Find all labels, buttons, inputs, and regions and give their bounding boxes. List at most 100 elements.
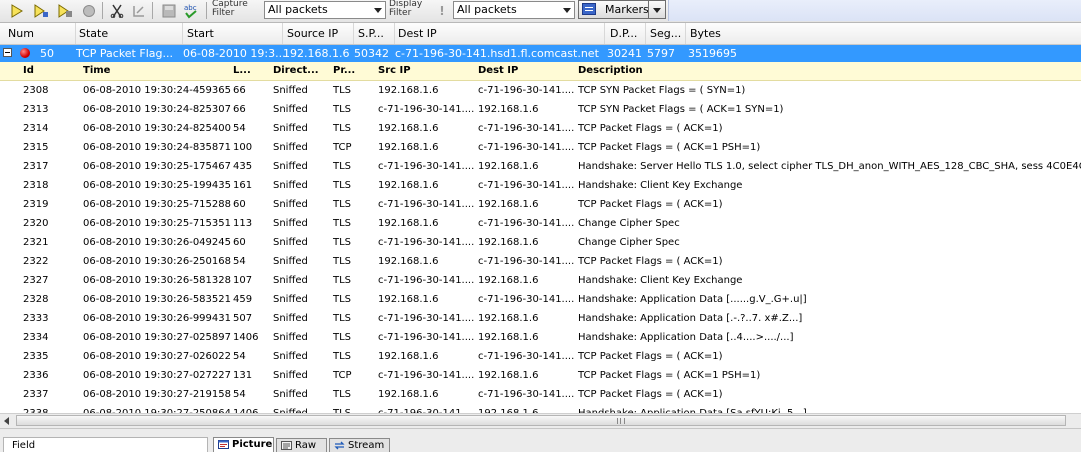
toolbar-separator bbox=[102, 2, 103, 19]
packet-dest-ip: c-71-196-30-141.... bbox=[478, 256, 575, 267]
table-row[interactable]: 2317 06-08-2010 19:30:25-175467 435 Sniffed… bbox=[0, 157, 1081, 176]
chevron-down-icon[interactable] bbox=[653, 8, 661, 13]
markers-icon bbox=[582, 3, 596, 15]
packet-length: 435 bbox=[233, 161, 253, 172]
table-row[interactable]: 2333 06-08-2010 19:30:26-999431 507 Sniffed… bbox=[0, 309, 1081, 328]
collapse-toggle-icon[interactable] bbox=[3, 48, 12, 57]
packet-description: TCP Packet Flags = ( ACK=1) bbox=[578, 256, 723, 267]
tab-stream[interactable]: Stream bbox=[329, 438, 390, 452]
packet-column-protocol[interactable]: Pr... bbox=[333, 62, 355, 80]
table-row[interactable]: 2321 06-08-2010 19:30:26-049245 60 Sniffed T… bbox=[0, 233, 1081, 252]
play-step-icon[interactable] bbox=[32, 2, 50, 19]
edit-icon[interactable] bbox=[130, 2, 148, 19]
column-start[interactable]: Start bbox=[183, 23, 283, 44]
table-row[interactable]: 2338 06-08-2010 19:30:27-2508641406 Sniffe… bbox=[0, 404, 1081, 413]
table-row[interactable]: 2334 06-08-2010 19:30:27-025897 1406 Sniffe… bbox=[0, 328, 1081, 347]
packet-time: 06-08-2010 19:30:24-835871 bbox=[83, 142, 231, 153]
packet-protocol: TLS bbox=[333, 237, 352, 248]
packet-id: 2337 bbox=[23, 389, 49, 400]
table-row[interactable]: 2308 06-08-2010 19:30:24-459365 66 Sniffed T… bbox=[0, 81, 1081, 100]
column-source-ip[interactable]: Source IP bbox=[283, 23, 354, 44]
column-dest-ip[interactable]: Dest IP bbox=[395, 23, 605, 44]
packet-dest-ip: 192.168.1.6 bbox=[478, 161, 539, 172]
packet-protocol: TLS bbox=[333, 389, 352, 400]
packet-direction: Sniffed bbox=[273, 104, 308, 115]
packet-length: 507 bbox=[233, 313, 253, 324]
toolbar-separator bbox=[206, 2, 207, 19]
column-dest-port[interactable]: D.P... bbox=[605, 23, 646, 44]
save-disabled-icon[interactable] bbox=[160, 2, 178, 19]
packet-protocol: TLS bbox=[333, 275, 352, 286]
tab-picture-label: Picture bbox=[232, 439, 273, 450]
packet-description: Handshake: Application Data [Sa.sfYU;Ki.… bbox=[578, 404, 807, 413]
play-icon[interactable] bbox=[8, 2, 26, 19]
selected-conversation-row[interactable]: 50 TCP Packet Flag... 06-08-2010 19:3...… bbox=[0, 45, 1081, 62]
field-label: Field bbox=[12, 440, 36, 451]
table-row[interactable]: 2322 06-08-2010 19:30:26-250168 54 Sniffed T… bbox=[0, 252, 1081, 271]
filter-warning-icon[interactable]: ! bbox=[434, 2, 450, 19]
column-state[interactable]: State bbox=[76, 23, 183, 44]
table-row[interactable]: 2318 06-08-2010 19:30:25-199435 161 Sniffed… bbox=[0, 176, 1081, 195]
packet-src-ip: 192.168.1.6 bbox=[378, 256, 439, 267]
packet-dest-ip: c-71-196-30-141.... bbox=[478, 218, 575, 229]
table-row[interactable]: 2327 06-08-2010 19:30:26-581328 107 Sniffed… bbox=[0, 271, 1081, 290]
scrollbar-thumb[interactable] bbox=[16, 415, 1066, 426]
scissors-icon[interactable] bbox=[108, 2, 126, 19]
packet-description: TCP Packet Flags = ( ACK=1) bbox=[578, 389, 723, 400]
table-row[interactable]: 2336 06-08-2010 19:30:27-027227 131 Sniffed… bbox=[0, 366, 1081, 385]
packet-description: Change Cipher Spec bbox=[578, 218, 680, 229]
raw-data-icon bbox=[281, 441, 292, 450]
packet-column-src-ip[interactable]: Src IP bbox=[378, 62, 411, 80]
capture-filter-select[interactable]: All packets bbox=[264, 1, 386, 19]
conversation-dest-ip: c-71-196-30-141.hsd1.fl.comcast.net bbox=[395, 47, 599, 60]
table-row[interactable]: 2319 06-08-2010 19:30:25-715288 60 Sniffed T… bbox=[0, 195, 1081, 214]
column-bytes[interactable]: Bytes bbox=[686, 23, 1081, 44]
abc-spellcheck-icon[interactable]: abc bbox=[182, 2, 200, 19]
packet-column-id[interactable]: Id bbox=[23, 62, 34, 80]
table-row[interactable]: 2314 06-08-2010 19:30:24-825400 54 Sniffed T… bbox=[0, 119, 1081, 138]
packet-dest-ip: c-71-196-30-141.... bbox=[478, 294, 575, 305]
packet-column-time[interactable]: Time bbox=[83, 62, 110, 80]
packet-id: 2317 bbox=[23, 161, 49, 172]
table-row[interactable]: 2328 06-08-2010 19:30:26-583521 459 Sniffed… bbox=[0, 290, 1081, 309]
column-source-port[interactable]: S.P... bbox=[354, 23, 395, 44]
packet-column-dest-ip[interactable]: Dest IP bbox=[478, 62, 518, 80]
table-row[interactable]: 2313 06-08-2010 19:30:24-825307 66 Sniffed T… bbox=[0, 100, 1081, 119]
column-segments[interactable]: Seg... bbox=[646, 23, 686, 44]
table-row[interactable]: 2335 06-08-2010 19:30:27-026022 54 Sniffed T… bbox=[0, 347, 1081, 366]
play-multi-icon[interactable] bbox=[56, 2, 74, 19]
conversation-bytes: 3519695 bbox=[688, 47, 737, 60]
packet-description: TCP SYN Packet Flags = ( ACK=1 SYN=1) bbox=[578, 104, 784, 115]
packet-dest-ip: 192.168.1.6 bbox=[478, 370, 539, 381]
packet-direction: Sniffed bbox=[273, 161, 308, 172]
packet-column-description[interactable]: Description bbox=[578, 62, 643, 80]
stop-icon[interactable] bbox=[80, 2, 98, 19]
packet-length: 1406 bbox=[233, 404, 258, 413]
stream-arrows-icon bbox=[334, 441, 345, 450]
packet-description: TCP Packet Flags = ( ACK=1 PSH=1) bbox=[578, 370, 761, 381]
display-filter-label: Display Filter bbox=[389, 0, 423, 18]
packet-time: 06-08-2010 19:30:27-027227 bbox=[83, 370, 231, 381]
tab-raw[interactable]: Raw bbox=[276, 438, 327, 452]
packet-column-direction[interactable]: Direct... bbox=[273, 62, 319, 80]
tab-picture[interactable]: Picture bbox=[213, 437, 274, 452]
scroll-left-arrow-icon[interactable] bbox=[4, 417, 9, 425]
packet-time: 06-08-2010 19:30:27-025897 bbox=[83, 332, 231, 343]
packet-time: 06-08-2010 19:30:25-715351 bbox=[83, 218, 231, 229]
markers-button[interactable]: Markers bbox=[578, 0, 666, 19]
table-row[interactable]: 2320 06-08-2010 19:30:25-715351 113 Sniffed… bbox=[0, 214, 1081, 233]
capture-filter-label: Capture Filter bbox=[212, 0, 248, 18]
packet-dest-ip: c-71-196-30-141.... bbox=[478, 123, 575, 134]
packet-dest-ip: c-71-196-30-141.... bbox=[478, 180, 575, 191]
packet-protocol: TLS bbox=[333, 104, 352, 115]
column-num[interactable]: Num bbox=[0, 23, 76, 44]
table-row[interactable]: 2315 06-08-2010 19:30:24-835871 100 Sniffed… bbox=[0, 138, 1081, 157]
display-filter-select[interactable]: All packets bbox=[453, 1, 575, 19]
packet-id: 2313 bbox=[23, 104, 49, 115]
packet-time: 06-08-2010 19:30:25-175467 bbox=[83, 161, 231, 172]
packet-src-ip: c-71-196-30-141.... bbox=[378, 275, 475, 286]
horizontal-scrollbar[interactable] bbox=[0, 413, 1081, 428]
packet-protocol: TLS bbox=[333, 85, 352, 96]
packet-column-length[interactable]: L... bbox=[233, 62, 251, 80]
table-row[interactable]: 2337 06-08-2010 19:30:27-219158 54 Sniffed T… bbox=[0, 385, 1081, 404]
